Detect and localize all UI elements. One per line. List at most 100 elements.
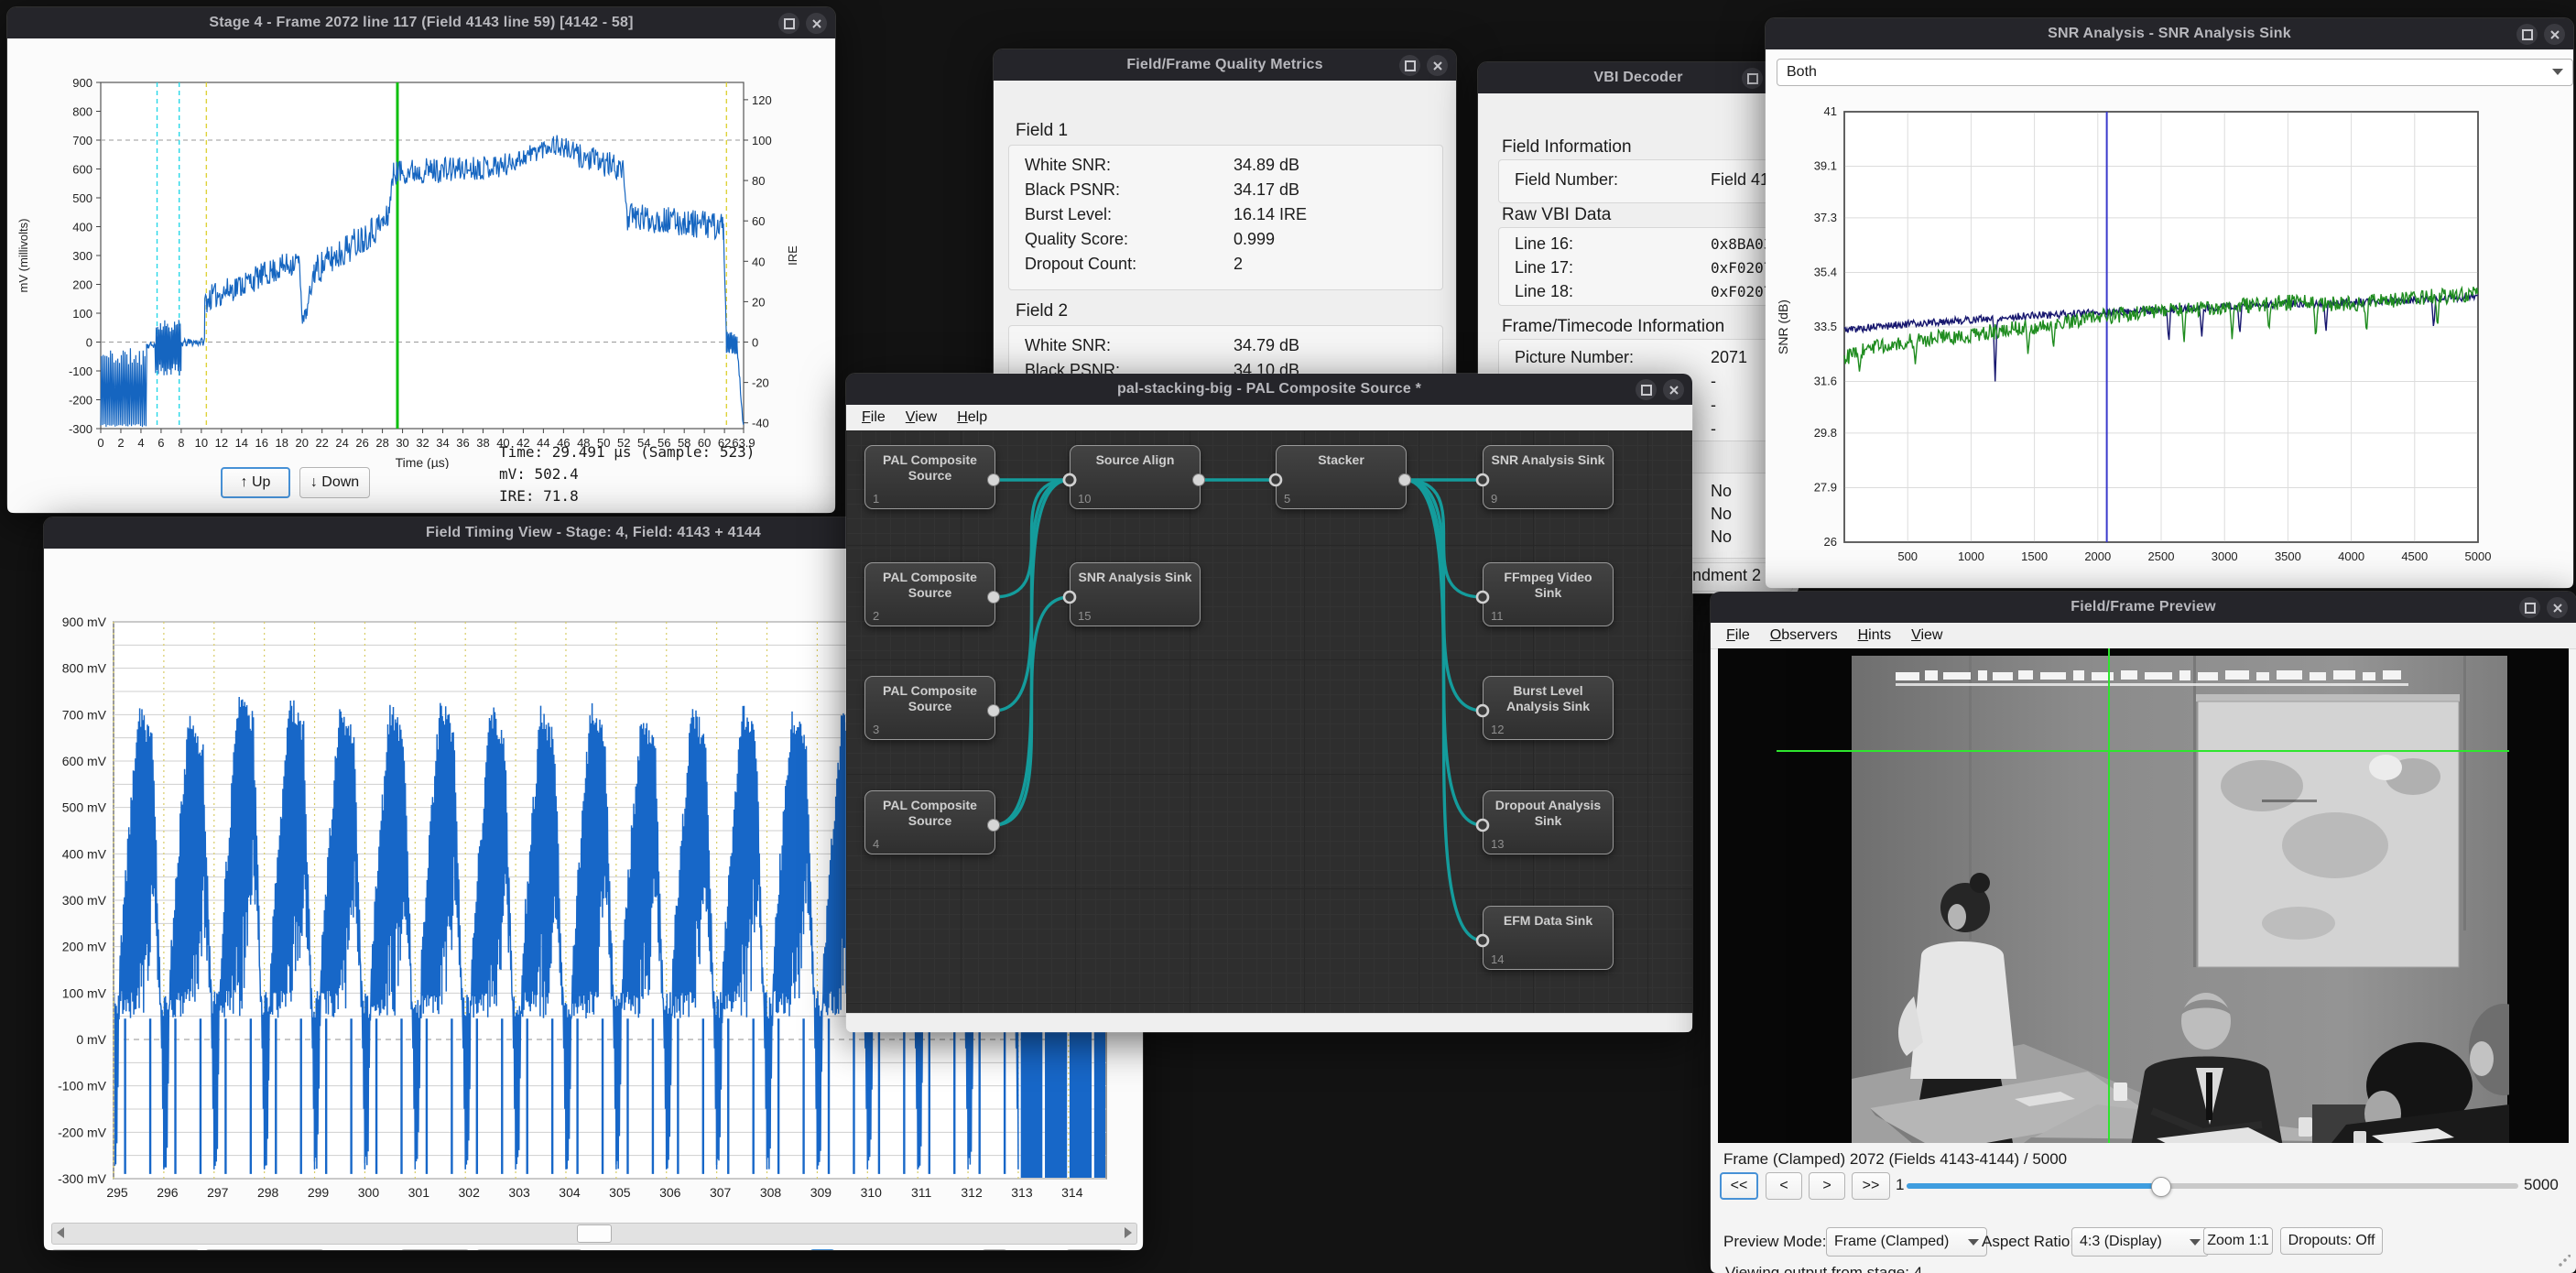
titlebar-preview[interactable]: Field/Frame Preview	[1711, 592, 2576, 623]
node-pal-composite-source-1[interactable]: PAL Composite Source1	[864, 445, 995, 509]
titlebar-snr[interactable]: SNR Analysis - SNR Analysis Sink	[1766, 18, 2573, 49]
field-number-label: Field Number:	[1515, 170, 1618, 190]
scroll-left-icon[interactable]	[57, 1227, 64, 1238]
svg-text:299: 299	[308, 1185, 330, 1200]
svg-text:300: 300	[72, 249, 92, 263]
svg-text:5000: 5000	[2465, 549, 2492, 563]
scrollbar-handle[interactable]	[577, 1224, 612, 1243]
node-id: 11	[1491, 609, 1504, 623]
maximize-icon[interactable]	[2519, 597, 2540, 618]
nav-last-button[interactable]: >>	[1852, 1172, 1890, 1200]
svg-text:900: 900	[72, 76, 92, 90]
svg-text:Frame number: Frame number	[2119, 578, 2203, 579]
menu-view[interactable]: View	[1901, 627, 1952, 644]
menu-observers[interactable]: Observers	[1760, 627, 1848, 644]
scope-chart[interactable]: 9008007006005004003002001000-100-200-300…	[13, 70, 830, 469]
menu-file[interactable]: File	[852, 409, 896, 426]
svg-text:600 mV: 600 mV	[62, 754, 107, 768]
timing-scrollbar[interactable]	[51, 1223, 1137, 1245]
section-frame-timecode: Frame/Timecode Information	[1502, 317, 1724, 337]
svg-text:32: 32	[416, 436, 429, 450]
node-id: 3	[873, 723, 879, 736]
maximize-icon[interactable]	[778, 13, 799, 34]
maximize-icon[interactable]	[2516, 24, 2538, 45]
node-snr-analysis-sink-9[interactable]: SNR Analysis Sink9	[1483, 445, 1614, 509]
svg-text:2: 2	[117, 436, 124, 450]
node-title: SNR Analysis Sink	[1484, 452, 1613, 468]
resize-grip[interactable]	[2558, 1255, 2571, 1268]
jump-to-line-button[interactable]: Jump to Line	[476, 1249, 582, 1250]
lines-minus-button[interactable]: -	[810, 1249, 835, 1250]
svg-text:27.9: 27.9	[1814, 480, 1837, 494]
close-icon[interactable]	[2547, 597, 2568, 618]
node-efm-data-sink-14[interactable]: EFM Data Sink14	[1483, 906, 1614, 970]
svg-text:39.1: 39.1	[1814, 159, 1837, 173]
node-title: EFM Data Sink	[1484, 913, 1613, 929]
jump-to-crosshairs-button[interactable]: Jump to Crosshairs	[51, 1249, 200, 1250]
scroll-right-icon[interactable]	[1125, 1227, 1132, 1238]
lines-plus-button[interactable]: +	[982, 1249, 1007, 1250]
line-down-button[interactable]: ↓ Down	[299, 467, 370, 498]
readout-ire: IRE: 71.8	[499, 487, 579, 505]
close-icon[interactable]	[1427, 55, 1448, 76]
menu-hints[interactable]: Hints	[1848, 627, 1901, 644]
node-title: Stacker	[1277, 452, 1406, 468]
node-pal-composite-source-4[interactable]: PAL Composite Source4	[864, 790, 995, 854]
status-value-2: No	[1711, 505, 1732, 524]
line-spinbox[interactable]: 1	[401, 1249, 469, 1250]
menu-view[interactable]: View	[896, 409, 947, 426]
svg-text:SNR (dB): SNR (dB)	[1776, 299, 1790, 354]
zoom-button[interactable]: Zoom 1:1	[2203, 1227, 2273, 1255]
nav-first-button[interactable]: <<	[1720, 1172, 1758, 1200]
svg-text:500: 500	[1897, 549, 1918, 563]
svg-text:2500: 2500	[2148, 549, 2175, 563]
nav-next-button[interactable]: >	[1809, 1172, 1845, 1200]
node-source-align-10[interactable]: Source Align10	[1070, 445, 1201, 509]
node-ffmpeg-video-sink-11[interactable]: FFmpeg Video Sink11	[1483, 562, 1614, 626]
node-graph-canvas[interactable]: PAL Composite Source1 PAL Composite Sourc…	[846, 430, 1692, 1013]
titlebar-quality[interactable]: Field/Frame Quality Metrics	[994, 49, 1456, 81]
node-pal-composite-source-2[interactable]: PAL Composite Source2	[864, 562, 995, 626]
close-icon[interactable]	[1663, 379, 1684, 400]
node-snr-analysis-sink-15[interactable]: SNR Analysis Sink15	[1070, 562, 1201, 626]
video-preview[interactable]	[1718, 648, 2569, 1143]
window-snr-analysis: SNR Analysis - SNR Analysis Sink Both 50…	[1766, 18, 2573, 588]
maximize-icon[interactable]	[1399, 55, 1420, 76]
extra-value: -	[1711, 419, 1716, 439]
node-id: 15	[1078, 609, 1091, 623]
titlebar-line-scope[interactable]: Stage 4 - Frame 2072 line 117 (Field 414…	[7, 7, 835, 38]
snr-chart[interactable]: 5001000150020002500300035004000450050004…	[1773, 95, 2566, 579]
svg-text:1500: 1500	[2021, 549, 2048, 563]
node-burst-level-analysis-sink-12[interactable]: Burst Level Analysis Sink12	[1483, 676, 1614, 740]
set-crosshairs-button[interactable]: Set Crosshairs	[205, 1249, 324, 1250]
close-icon[interactable]	[2544, 24, 2565, 45]
picture-number-label: Picture Number:	[1515, 348, 1634, 367]
frame-slider-handle[interactable]	[2151, 1177, 2171, 1197]
metric-label: Dropout Count:	[1025, 255, 1136, 274]
maximize-icon[interactable]	[1636, 379, 1657, 400]
snr-mode-combobox[interactable]: Both	[1777, 59, 2573, 86]
maximize-icon[interactable]	[1742, 68, 1763, 89]
svg-text:307: 307	[710, 1185, 732, 1200]
window-quality-metrics: Field/Frame Quality Metrics Field 1White…	[994, 49, 1456, 397]
node-dropout-analysis-sink-13[interactable]: Dropout Analysis Sink13	[1483, 790, 1614, 854]
node-pal-composite-source-3[interactable]: PAL Composite Source3	[864, 676, 995, 740]
close-icon[interactable]	[806, 13, 827, 34]
close-button[interactable]: Close	[1066, 1249, 1123, 1250]
node-stacker-5[interactable]: Stacker5	[1276, 445, 1407, 509]
nav-prev-button[interactable]: <	[1766, 1172, 1802, 1200]
menu-help[interactable]: Help	[947, 409, 997, 426]
line-up-button[interactable]: ↑ Up	[221, 467, 290, 498]
titlebar-vbi[interactable]: VBI Decoder	[1478, 62, 1799, 93]
metric-value: 34.17 dB	[1234, 180, 1299, 200]
menu-file[interactable]: File	[1716, 627, 1760, 644]
svg-text:200 mV: 200 mV	[62, 940, 107, 954]
svg-text:-20: -20	[752, 376, 769, 390]
window-title: Field Timing View - Stage: 4, Field: 414…	[426, 525, 761, 541]
svg-text:8: 8	[178, 436, 184, 450]
preview-mode-combobox[interactable]: Frame (Clamped)	[1826, 1227, 1987, 1257]
aspect-ratio-combobox[interactable]: 4:3 (Display)	[2071, 1227, 2209, 1257]
svg-text:900 mV: 900 mV	[62, 615, 107, 629]
titlebar-node-editor[interactable]: pal-stacking-big - PAL Composite Source …	[846, 374, 1692, 405]
dropouts-button[interactable]: Dropouts: Off	[2280, 1227, 2383, 1255]
